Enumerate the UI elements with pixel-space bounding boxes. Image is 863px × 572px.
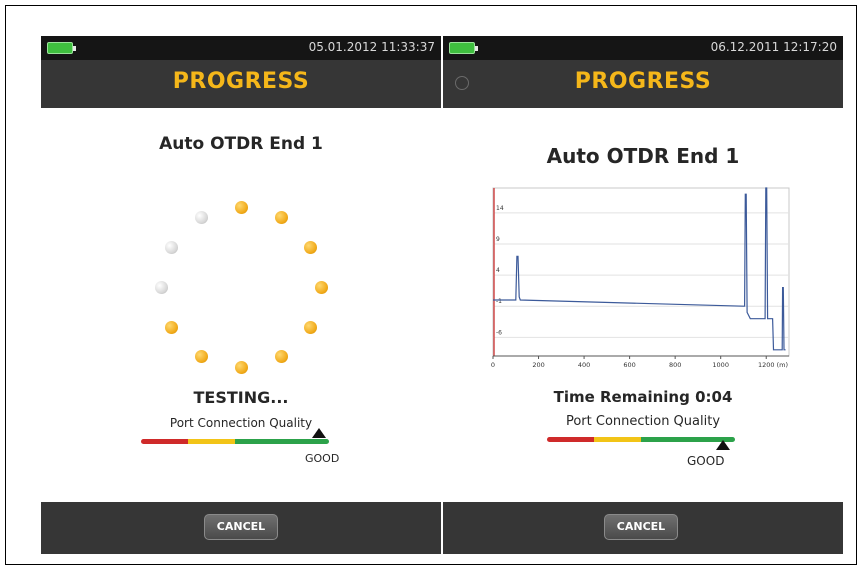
quality-segment-poor xyxy=(547,437,594,442)
x-axis-unit-label: (m) xyxy=(777,361,788,369)
y-tick-label: 9 xyxy=(496,236,500,243)
datetime-text: 06.12.2011 12:17:20 xyxy=(710,40,837,54)
title-bar: PROGRESS xyxy=(443,60,843,108)
cancel-button[interactable]: CANCEL xyxy=(604,514,678,540)
x-tick-label: 1200 xyxy=(758,361,775,369)
y-tick-label: 4 xyxy=(496,267,500,274)
quality-segment-fair xyxy=(594,437,641,442)
bottom-bar: CANCEL xyxy=(443,502,843,554)
quality-marker-icon xyxy=(716,440,730,450)
port-connection-quality-label: Port Connection Quality xyxy=(169,416,313,430)
spinner-dot xyxy=(274,211,288,225)
progress-spinner xyxy=(41,36,441,554)
spinner-dot xyxy=(154,280,168,294)
spinner-dot xyxy=(234,360,248,374)
otdr-trace-chart: 14 9 4 -1 -6 0 200 400 600 800 1000 1200 (m) xyxy=(491,187,790,369)
quality-meter xyxy=(141,439,329,444)
test-heading: Auto OTDR End 1 xyxy=(546,144,740,168)
spinner-dot xyxy=(165,320,179,334)
spinner-dot xyxy=(165,240,179,254)
spinner-dot xyxy=(274,349,288,363)
figure-frame: 05.01.2012 11:33:37 PROGRESS Auto OTDR E… xyxy=(5,5,857,565)
cancel-button[interactable]: CANCEL xyxy=(204,514,278,540)
quality-value: GOOD xyxy=(687,454,725,468)
x-tick-label: 1000 xyxy=(712,361,729,369)
quality-segment-poor xyxy=(141,439,188,444)
port-connection-quality-label: Port Connection Quality xyxy=(565,414,721,429)
x-tick-label: 200 xyxy=(532,361,544,369)
quality-segment-good xyxy=(235,439,329,444)
bottom-bar: CANCEL xyxy=(41,502,441,554)
spinner-dot xyxy=(303,240,317,254)
spinner-dot xyxy=(234,200,248,214)
quality-value: GOOD xyxy=(305,452,340,465)
time-remaining: Time Remaining 0:04 xyxy=(553,388,733,406)
y-tick-label: 14 xyxy=(496,205,504,212)
battery-icon xyxy=(449,42,478,54)
x-tick-label: 0 xyxy=(491,361,495,369)
quality-segment-fair xyxy=(188,439,235,444)
quality-marker-icon xyxy=(312,428,326,438)
spinner-dot xyxy=(314,280,328,294)
testing-status: TESTING... xyxy=(193,388,289,407)
page-title: PROGRESS xyxy=(574,69,712,94)
spinner-dot xyxy=(194,211,208,225)
left-device-screen: 05.01.2012 11:33:37 PROGRESS Auto OTDR E… xyxy=(41,36,441,554)
status-bar: 06.12.2011 12:17:20 xyxy=(443,36,843,60)
y-tick-label: -6 xyxy=(496,329,502,336)
y-tick-label: -1 xyxy=(496,298,502,305)
spinner-dot xyxy=(194,349,208,363)
spinner-dot xyxy=(303,320,317,334)
right-device-screen: 06.12.2011 12:17:20 PROGRESS Auto OTDR E… xyxy=(443,36,843,554)
x-tick-label: 600 xyxy=(623,361,635,369)
x-tick-label: 800 xyxy=(669,361,681,369)
quality-meter xyxy=(547,437,735,442)
x-tick-label: 400 xyxy=(578,361,590,369)
